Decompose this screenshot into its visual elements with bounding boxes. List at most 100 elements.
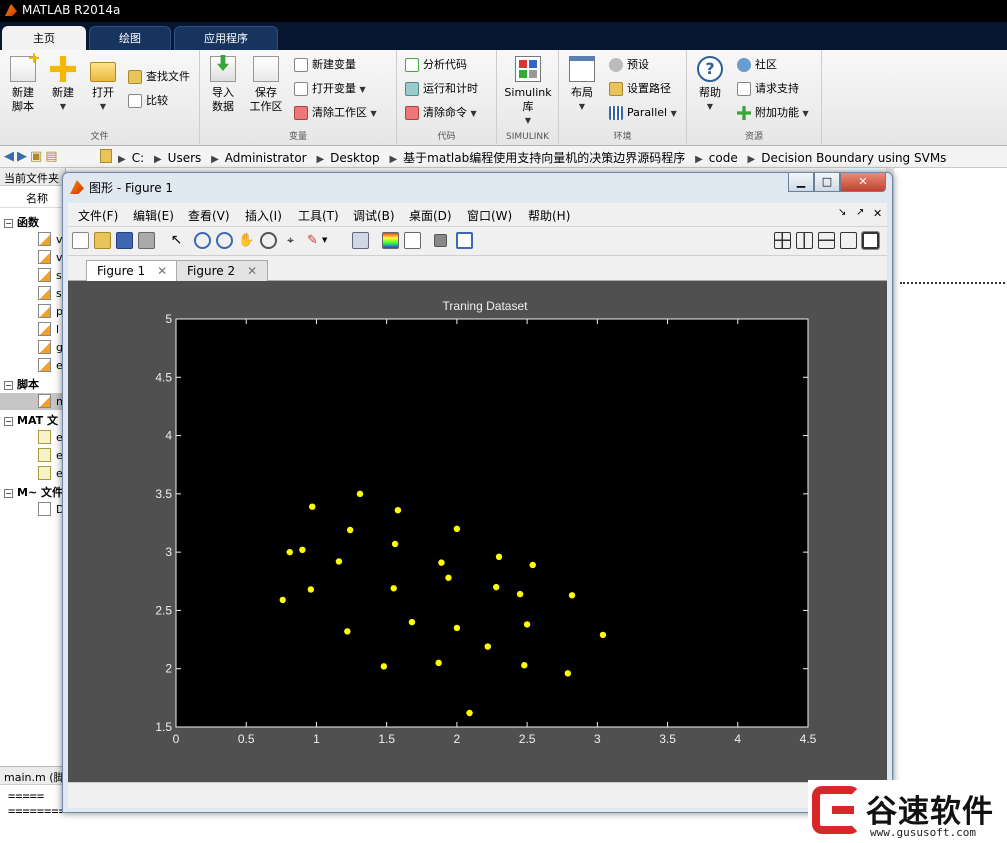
mat-file-icon[interactable]	[38, 430, 51, 444]
new-figure-icon[interactable]	[72, 232, 89, 249]
section-m-files[interactable]: − M~ 文件	[0, 484, 66, 500]
document-file-icon[interactable]	[38, 502, 51, 516]
tab-figure-2[interactable]: Figure 2 ✕	[176, 260, 269, 282]
clear-commands-button[interactable]: 清除命令 ▼	[405, 104, 477, 122]
hide-plot-tools-icon[interactable]	[434, 234, 447, 247]
up-folder-icon[interactable]: ▣	[30, 149, 45, 164]
save-workspace-button[interactable]: 保存 工作区	[246, 56, 286, 114]
section-functions[interactable]: − 函数	[0, 214, 66, 230]
print-icon[interactable]	[138, 232, 155, 249]
data-point[interactable]	[564, 670, 572, 677]
save-icon[interactable]	[116, 232, 133, 249]
menu-window[interactable]: 窗口(W)	[467, 207, 512, 224]
tile-icon[interactable]	[774, 232, 791, 249]
mat-file-icon[interactable]	[38, 466, 51, 480]
function-file-icon[interactable]	[38, 268, 51, 282]
menu-file[interactable]: 文件(F)	[78, 207, 118, 224]
open-file-icon[interactable]	[94, 232, 111, 249]
script-file-icon[interactable]	[38, 394, 51, 408]
data-point[interactable]	[438, 559, 445, 566]
data-point[interactable]	[493, 583, 500, 591]
show-plot-tools-icon[interactable]	[456, 232, 473, 249]
menu-help[interactable]: 帮助(H)	[528, 207, 570, 224]
list-item[interactable]: l	[56, 323, 59, 336]
legend-icon[interactable]	[404, 232, 421, 249]
data-point[interactable]	[435, 659, 442, 667]
data-point[interactable]	[568, 592, 576, 599]
section-mat-files[interactable]: − MAT 文	[0, 412, 66, 428]
function-file-icon[interactable]	[38, 232, 51, 246]
preferences-button[interactable]: 预设	[609, 56, 649, 74]
menu-arrow-icon[interactable]: ↘	[838, 207, 846, 218]
compare-button[interactable]: 比较	[128, 92, 168, 110]
function-file-icon[interactable]	[38, 250, 51, 264]
menu-view[interactable]: 查看(V)	[188, 207, 230, 224]
back-arrow-icon[interactable]: ◀	[4, 149, 17, 164]
rotate-icon[interactable]	[260, 232, 277, 249]
request-support-button[interactable]: 请求支持	[737, 80, 799, 98]
close-button[interactable]: ✕	[840, 173, 886, 192]
data-point[interactable]	[394, 506, 402, 514]
colorbar-icon[interactable]	[382, 232, 399, 249]
list-item[interactable]: s	[56, 287, 62, 300]
addons-button[interactable]: 附加功能 ▼	[737, 104, 809, 122]
data-point[interactable]	[279, 596, 286, 604]
data-point[interactable]	[356, 490, 364, 498]
crumb-users[interactable]: Users	[168, 151, 202, 165]
data-point[interactable]	[466, 709, 473, 717]
tab-home[interactable]: 主页	[2, 26, 86, 50]
data-point[interactable]	[346, 526, 354, 534]
help-button[interactable]: ? 帮助 ▼	[693, 56, 727, 114]
data-point[interactable]	[445, 574, 452, 581]
crumb-project[interactable]: 基于matlab编程使用支持向量机的决策边界源码程序	[403, 151, 685, 165]
community-button[interactable]: 社区	[737, 56, 777, 74]
tab-apps[interactable]: 应用程序	[174, 26, 278, 50]
mat-file-icon[interactable]	[38, 448, 51, 462]
import-data-button[interactable]: 导入 数据	[206, 55, 240, 114]
function-file-icon[interactable]	[38, 304, 51, 318]
crumb-code[interactable]: code	[709, 151, 738, 165]
data-point[interactable]	[453, 525, 461, 533]
open-button[interactable]: 打开 ▼	[86, 56, 120, 114]
data-point[interactable]	[307, 586, 315, 593]
tab-figure-1[interactable]: Figure 1 ✕	[86, 260, 179, 282]
maximize-button[interactable]: □	[814, 173, 840, 192]
crumb-drive[interactable]: C:	[132, 151, 144, 165]
open-variable-button[interactable]: 打开变量 ▼	[294, 80, 366, 98]
crumb-administrator[interactable]: Administrator	[225, 151, 307, 165]
minimize-button[interactable]: ▁	[788, 173, 814, 192]
data-point[interactable]	[286, 548, 293, 556]
new-script-button[interactable]: 新建 脚本	[6, 53, 40, 114]
zoom-in-icon[interactable]	[194, 232, 211, 249]
menu-desktop[interactable]: 桌面(D)	[409, 207, 452, 224]
left-right-icon[interactable]	[796, 232, 813, 249]
list-item[interactable]: s	[56, 269, 62, 282]
chevron-down-icon[interactable]: ▼	[322, 232, 330, 249]
maximize-document-icon[interactable]	[861, 231, 880, 250]
section-scripts[interactable]: − 脚本	[0, 376, 66, 392]
find-files-button[interactable]: 查找文件	[128, 68, 190, 86]
function-file-icon[interactable]	[38, 340, 51, 354]
function-file-icon[interactable]	[38, 322, 51, 336]
data-point[interactable]	[523, 621, 531, 628]
collapse-icon[interactable]: −	[4, 219, 13, 228]
data-point[interactable]	[408, 618, 416, 626]
parallel-button[interactable]: Parallel ▼	[609, 104, 677, 122]
float-icon[interactable]	[840, 232, 857, 249]
analyze-code-button[interactable]: 分析代码	[405, 56, 467, 74]
top-bottom-icon[interactable]	[818, 232, 835, 249]
new-button[interactable]: 新建 ▼	[46, 56, 80, 114]
data-point[interactable]	[299, 546, 306, 554]
data-point[interactable]	[309, 503, 316, 510]
data-cursor-icon[interactable]: ⌖	[282, 232, 299, 249]
link-plot-icon[interactable]	[352, 232, 369, 249]
pointer-icon[interactable]: ↖	[168, 232, 185, 249]
close-icon[interactable]: ✕	[247, 264, 257, 278]
data-point[interactable]	[344, 628, 351, 635]
clear-workspace-button[interactable]: 清除工作区 ▼	[294, 104, 377, 122]
data-point[interactable]	[335, 558, 343, 565]
function-file-icon[interactable]	[38, 286, 51, 300]
new-variable-button[interactable]: 新建变量	[294, 56, 356, 74]
simulink-library-button[interactable]: Simulink 库 ▼	[503, 56, 553, 128]
menu-debug[interactable]: 调试(B)	[353, 207, 395, 224]
